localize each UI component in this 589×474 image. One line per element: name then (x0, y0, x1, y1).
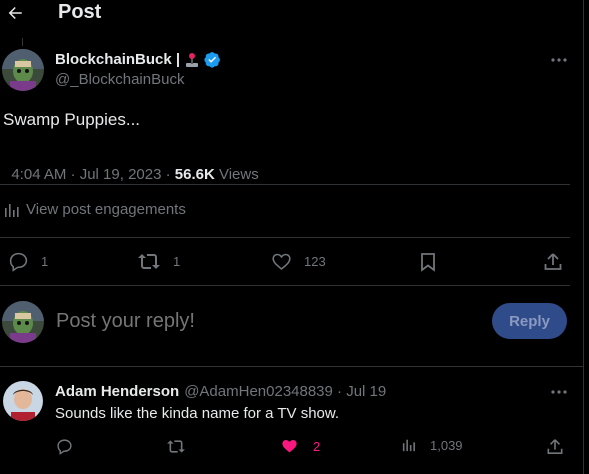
column-border (583, 0, 584, 474)
reply-text: Sounds like the kinda name for a TV show… (55, 405, 340, 422)
heart-filled-icon (280, 437, 299, 455)
bookmark-icon[interactable] (418, 251, 438, 272)
divider (0, 366, 583, 367)
divider (0, 285, 570, 286)
analytics-icon (4, 202, 20, 218)
verified-badge-icon (204, 51, 221, 68)
like-action[interactable]: 123 (271, 251, 326, 272)
like-count: 123 (304, 254, 326, 269)
divider (0, 184, 570, 185)
views-count: 56.6K (174, 166, 215, 183)
reply-bubble-icon (8, 251, 29, 272)
back-arrow-icon[interactable] (4, 2, 26, 24)
reply-repost-icon[interactable] (166, 437, 186, 455)
post-meta: 4:04 AM · Jul 19, 2023 · 56.6K Views (3, 149, 259, 183)
heart-outline-icon (271, 251, 292, 272)
view-engagements-link[interactable]: View post engagements (4, 201, 186, 218)
joystick-icon (184, 52, 200, 68)
thread-line (22, 38, 23, 46)
reply-analytics-icon (402, 437, 416, 453)
page-title: Post (58, 1, 102, 23)
engagements-label[interactable]: View post engagements (26, 201, 186, 218)
reply-action[interactable]: 1 (8, 251, 48, 272)
reply-like-action[interactable]: 2 (280, 437, 320, 455)
reply-share-icon[interactable] (546, 437, 564, 455)
views-label: Views (214, 166, 259, 183)
post-author[interactable]: BlockchainBuck | (55, 51, 221, 68)
reply-button[interactable]: Reply (492, 303, 567, 339)
repost-action[interactable]: 1 (137, 251, 180, 272)
reply-like-count: 2 (313, 438, 321, 454)
divider (0, 237, 570, 238)
more-options-icon[interactable] (548, 50, 570, 70)
share-icon[interactable] (543, 251, 563, 272)
author-name[interactable]: BlockchainBuck | (55, 51, 180, 68)
reply-input[interactable] (56, 306, 476, 336)
repost-icon (137, 251, 161, 272)
reply-author-avatar[interactable] (3, 381, 43, 421)
reply-views-count: 1,039 (430, 437, 463, 453)
repost-count: 1 (173, 254, 181, 269)
reply-author-name[interactable]: Adam Henderson (55, 383, 179, 400)
reply-author-meta[interactable]: @AdamHen02348839 · Jul 19 (184, 383, 386, 400)
post-text: Swamp Puppies... (3, 110, 141, 129)
composer-avatar[interactable] (2, 301, 44, 343)
reply-reply-icon[interactable] (55, 437, 73, 455)
author-handle[interactable]: @_BlockchainBuck (55, 71, 184, 88)
reply-views-action[interactable]: 1,039 (402, 437, 463, 453)
reply-more-options-icon[interactable] (548, 382, 570, 402)
post-timestamp[interactable]: 4:04 AM · Jul 19, 2023 · (11, 166, 174, 183)
reply-count: 1 (41, 254, 49, 269)
avatar[interactable] (2, 49, 44, 91)
reply-header: Adam Henderson @AdamHen02348839 · Jul 19 (55, 383, 386, 400)
